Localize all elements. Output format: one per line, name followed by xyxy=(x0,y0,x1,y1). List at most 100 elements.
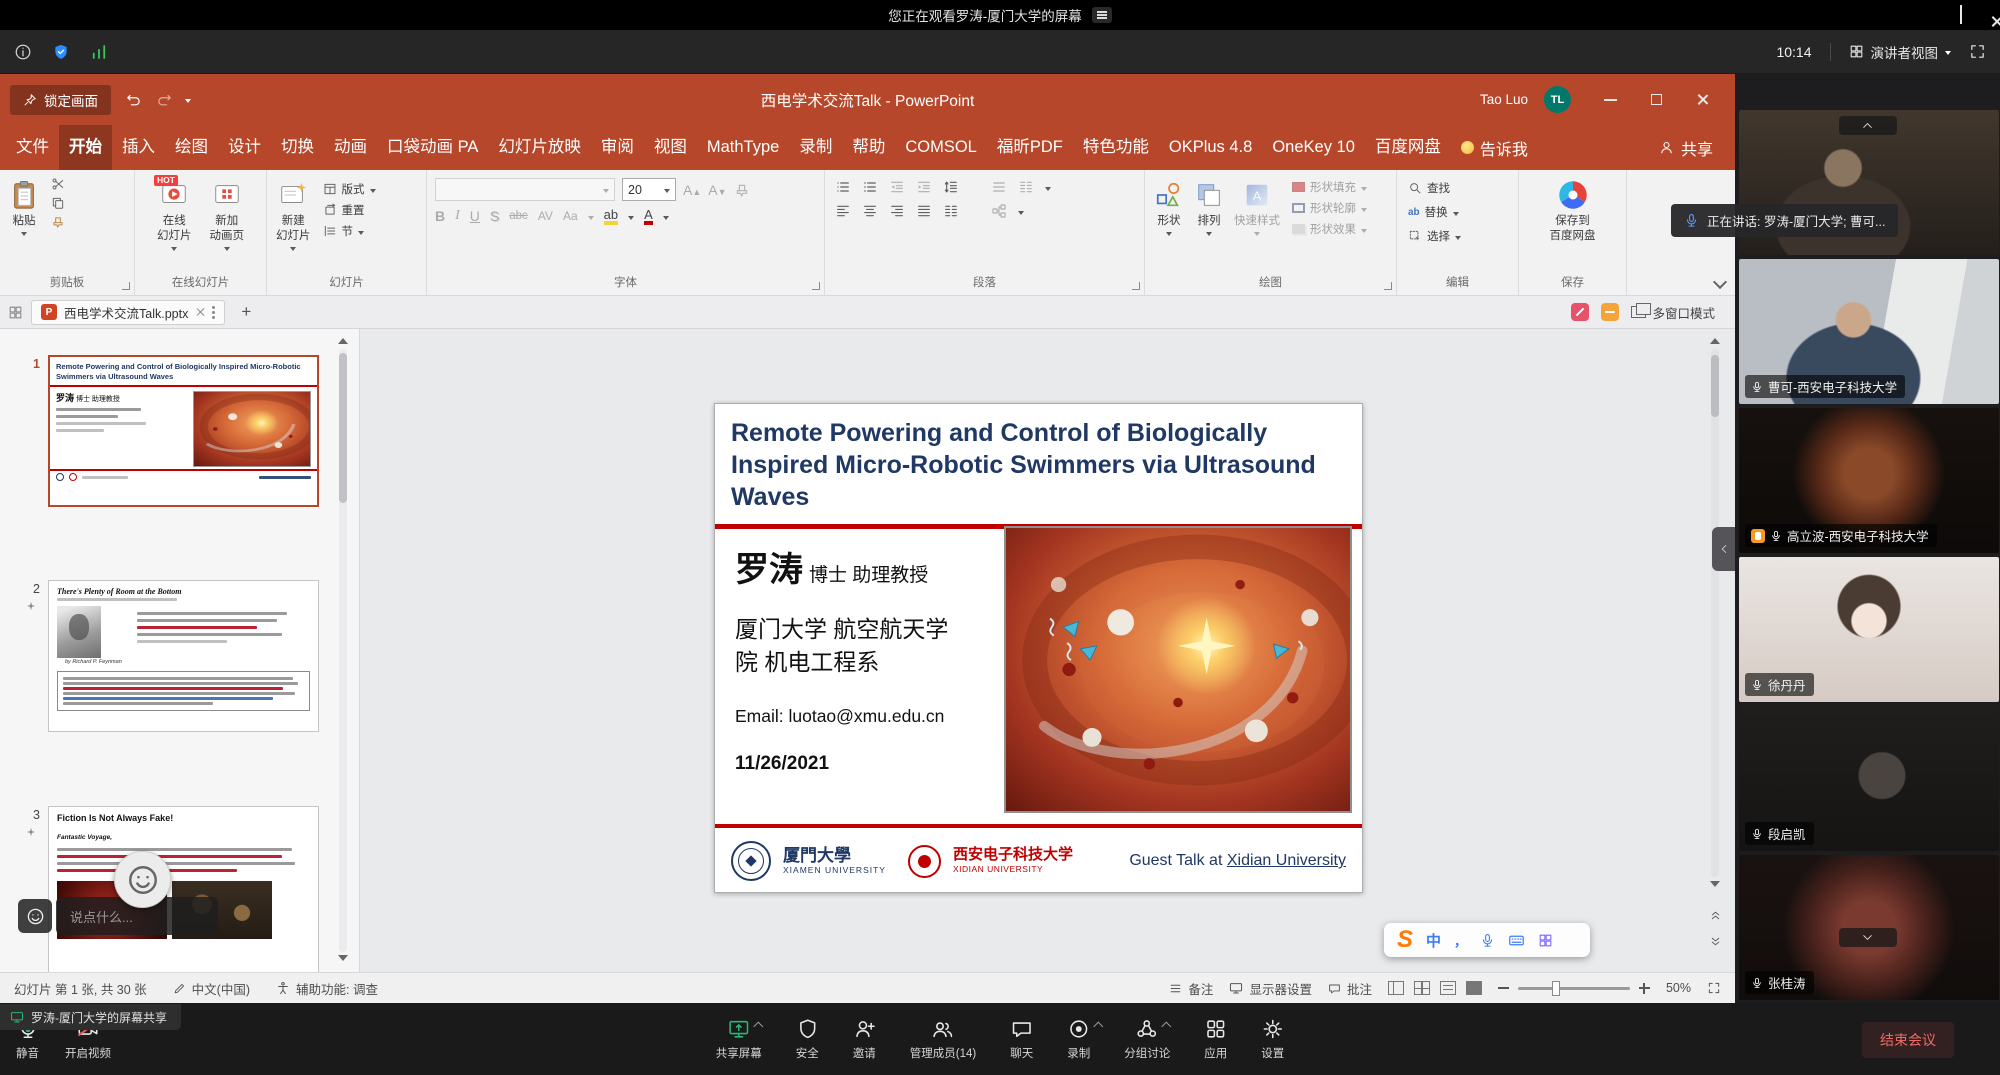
scroll-participants-up-button[interactable] xyxy=(1839,116,1897,135)
cut-button[interactable] xyxy=(48,176,68,192)
ppt-minimize-button[interactable] xyxy=(1587,74,1633,125)
slide-thumbnail-3[interactable]: Fiction Is Not Always Fake! Fantastic Vo… xyxy=(48,806,319,972)
columns-icon[interactable] xyxy=(943,203,959,219)
numbered-list-icon[interactable] xyxy=(862,179,878,195)
invite-button[interactable]: 邀请 xyxy=(853,1017,876,1061)
text-shadow-button[interactable]: S xyxy=(490,208,499,224)
underline-button[interactable]: U xyxy=(470,208,480,224)
thumbnail-scrollbar[interactable] xyxy=(336,331,350,970)
convert-smartart-icon[interactable] xyxy=(991,203,1007,219)
tab-record[interactable]: 录制 xyxy=(789,125,842,170)
font-name-combobox[interactable] xyxy=(435,178,615,201)
quick-access-customize-icon[interactable] xyxy=(185,99,191,106)
save-to-baidu-button[interactable]: 保存到百度网盘 xyxy=(1545,176,1601,246)
shape-fill-button[interactable]: 形状填充 xyxy=(1289,178,1370,196)
reset-button[interactable]: 重置 xyxy=(320,201,379,219)
record-options-caret[interactable] xyxy=(1093,1022,1103,1032)
scroll-down-arrow[interactable] xyxy=(338,955,348,966)
emoji-button[interactable] xyxy=(18,899,52,933)
slide-canvas[interactable]: Remote Powering and Control of Biologica… xyxy=(714,403,1363,893)
scroll-participants-down-button[interactable] xyxy=(1839,928,1897,947)
shapes-button[interactable]: 形状 xyxy=(1149,176,1189,238)
tab-onekey[interactable]: OneKey 10 xyxy=(1262,125,1365,170)
tab-transitions[interactable]: 切换 xyxy=(271,125,324,170)
tab-help[interactable]: 帮助 xyxy=(842,125,895,170)
meeting-security-shield-icon[interactable] xyxy=(52,43,70,61)
multi-window-mode-button[interactable]: 多窗口模式 xyxy=(1631,303,1715,322)
tab-pocket-animation[interactable]: 口袋动画 PA xyxy=(377,125,488,170)
arrange-button[interactable]: 排列 xyxy=(1189,176,1229,238)
breakout-rooms-button[interactable]: 分组讨论 xyxy=(1124,1017,1170,1061)
copy-button[interactable] xyxy=(48,195,68,211)
tab-slideshow[interactable]: 幻灯片放映 xyxy=(488,125,591,170)
tab-design[interactable]: 设计 xyxy=(218,125,271,170)
manage-members-button[interactable]: 管理成员(14) xyxy=(910,1017,976,1061)
video-tile-xudandan[interactable]: 徐丹丹 xyxy=(1739,557,1999,702)
increase-indent-icon[interactable] xyxy=(916,179,932,195)
bullet-list-icon[interactable] xyxy=(835,179,851,195)
align-text-icon[interactable] xyxy=(1018,179,1034,195)
ppt-close-button[interactable] xyxy=(1679,74,1725,125)
share-screen-button[interactable]: 共享屏幕 xyxy=(716,1017,762,1061)
sidebar-collapse-handle[interactable] xyxy=(1712,527,1735,571)
tab-baidu-netdisk[interactable]: 百度网盘 xyxy=(1365,125,1451,170)
zoom-slider-thumb[interactable] xyxy=(1552,981,1560,996)
clear-formatting-icon[interactable] xyxy=(734,182,750,198)
find-button[interactable]: 查找 xyxy=(1405,179,1464,197)
tab-comsol[interactable]: COMSOL xyxy=(895,125,987,170)
scrollbar-thumb[interactable] xyxy=(339,353,347,503)
tab-animations[interactable]: 动画 xyxy=(324,125,377,170)
paragraph-dialog-launcher[interactable] xyxy=(1132,282,1140,290)
scroll-up-arrow[interactable] xyxy=(338,333,348,344)
next-slide-button[interactable] xyxy=(1707,932,1723,950)
ppt-share-button[interactable]: 共享 xyxy=(1659,136,1713,160)
breakout-options-caret[interactable] xyxy=(1162,1022,1172,1032)
redo-icon[interactable] xyxy=(156,91,173,108)
ppt-maximize-button[interactable] xyxy=(1633,74,1679,125)
ime-keyboard-icon[interactable] xyxy=(1508,932,1525,949)
fullscreen-icon[interactable] xyxy=(1969,43,1986,60)
font-color-button[interactable]: A xyxy=(644,207,653,225)
ime-language-toggle[interactable]: 中 xyxy=(1426,930,1441,951)
ribbon-collapse-button[interactable] xyxy=(1713,275,1727,289)
tab-draw[interactable]: 绘图 xyxy=(165,125,218,170)
font-dialog-launcher[interactable] xyxy=(812,282,820,290)
replace-button[interactable]: ab替换 xyxy=(1405,203,1464,221)
zoom-level[interactable]: 50% xyxy=(1666,981,1691,995)
slide-thumbnail-2[interactable]: There's Plenty of Room at the Bottom by … xyxy=(48,580,319,732)
undo-icon[interactable] xyxy=(125,91,142,108)
account-name[interactable]: Tao Luo xyxy=(1480,92,1528,107)
tab-view[interactable]: 视图 xyxy=(644,125,697,170)
tab-home[interactable]: 开始 xyxy=(59,125,112,170)
display-settings-button[interactable]: 显示器设置 xyxy=(1229,979,1312,998)
scroll-down-arrow[interactable] xyxy=(1707,877,1723,895)
quick-styles-button[interactable]: A 快速样式 xyxy=(1229,176,1285,238)
tab-review[interactable]: 审阅 xyxy=(591,125,644,170)
tools-plugin-icon[interactable] xyxy=(1601,303,1619,321)
chat-button[interactable]: 聊天 xyxy=(1010,1017,1033,1061)
shape-outline-button[interactable]: 形状轮廓 xyxy=(1289,199,1370,217)
fit-to-window-icon[interactable] xyxy=(1707,981,1721,995)
settings-button[interactable]: 设置 xyxy=(1261,1017,1284,1061)
previous-slide-button[interactable] xyxy=(1707,906,1723,924)
video-tile-gaolibo[interactable]: 高立波-西安电子科技大学 xyxy=(1739,408,1999,553)
section-button[interactable]: 节 xyxy=(320,222,379,240)
beautify-plugin-icon[interactable] xyxy=(1571,303,1589,321)
italic-button[interactable]: I xyxy=(455,208,460,224)
ime-mic-icon[interactable] xyxy=(1480,933,1495,948)
new-tab-button[interactable]: + xyxy=(235,302,257,322)
topbar-menu-icon[interactable] xyxy=(1092,7,1112,23)
video-tile-duanqikai[interactable]: 段启凯 xyxy=(1739,706,1999,851)
share-options-caret[interactable] xyxy=(753,1022,763,1032)
window-maximize-button[interactable] xyxy=(1960,6,1962,24)
line-spacing-icon[interactable] xyxy=(943,179,959,195)
network-signal-icon[interactable] xyxy=(90,43,108,61)
zoom-in-button[interactable] xyxy=(1639,983,1650,994)
editor-scrollbar[interactable] xyxy=(1707,329,1723,972)
scrollbar-thumb[interactable] xyxy=(1711,355,1719,417)
increase-font-size-button[interactable]: A▲ xyxy=(683,182,701,198)
tab-insert[interactable]: 插入 xyxy=(112,125,165,170)
notes-button[interactable]: 备注 xyxy=(1169,979,1213,998)
format-painter-button[interactable] xyxy=(48,214,68,230)
normal-view-button[interactable] xyxy=(1388,981,1404,995)
